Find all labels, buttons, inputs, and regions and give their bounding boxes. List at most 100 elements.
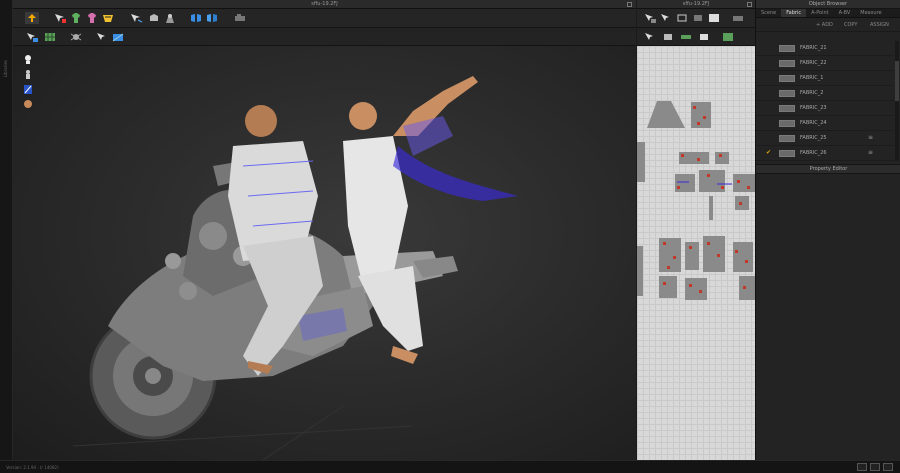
edit-pattern-tool[interactable] xyxy=(659,12,673,24)
fabric-menu-icon[interactable]: ≡ xyxy=(868,149,873,156)
fabric-row[interactable]: FABRIC_25 ≡ xyxy=(756,131,894,146)
bug-icon xyxy=(70,33,82,41)
fabric-swatch[interactable] xyxy=(779,135,795,142)
object-browser-panel: Object Browser Scene Fabric A-Point A-BV… xyxy=(755,0,900,460)
pattern-camera-tool[interactable] xyxy=(731,12,745,24)
fabric-row[interactable]: FABRIC_2 xyxy=(756,86,894,101)
fabric-row[interactable]: FABRIC_21 xyxy=(756,41,894,56)
fabric-name: FABRIC_21 xyxy=(800,45,827,51)
avatar-shirt-tool[interactable] xyxy=(69,12,83,24)
fabric-row[interactable]: FABRIC_1 xyxy=(756,71,894,86)
scrollbar-thumb[interactable] xyxy=(895,61,899,101)
select-pattern-tool[interactable] xyxy=(643,12,657,24)
sewing-select-tool[interactable] xyxy=(643,31,657,43)
pick-up-tool[interactable] xyxy=(25,12,39,24)
fabric-swatch[interactable] xyxy=(779,60,795,67)
fabric-swatch[interactable] xyxy=(779,105,795,112)
edit-pattern-icon xyxy=(661,14,669,21)
strengthen-tool[interactable] xyxy=(69,31,83,43)
fabric-name: FABRIC_1 xyxy=(800,75,824,81)
window-3d-title: sffu-19.2FJ xyxy=(311,1,338,7)
fabric-list-scrollbar[interactable] xyxy=(895,41,899,161)
fabric-swatch[interactable] xyxy=(779,90,795,97)
fabric-row[interactable]: FABRIC_24 xyxy=(756,116,894,131)
layout-button-1[interactable] xyxy=(857,463,867,471)
segment-sewing-tool[interactable] xyxy=(661,31,675,43)
pattern-window[interactable] xyxy=(637,46,755,460)
transform-icon xyxy=(55,14,66,23)
window-2d-title: sffu-19.2FJ xyxy=(682,1,710,7)
wind-tool[interactable] xyxy=(205,12,219,24)
grid-icon xyxy=(723,33,733,41)
scooter-avatar-scene xyxy=(72,76,518,460)
line-sewing-icon xyxy=(150,14,158,21)
window-2d-titlebar: sffu-19.2FJ xyxy=(637,0,755,9)
fabric-row[interactable]: FABRIC_23 xyxy=(756,101,894,116)
viewport-3d[interactable] xyxy=(13,46,636,460)
assign-fabric-button[interactable]: ASSIGN xyxy=(870,22,889,28)
tab-fabric[interactable]: Fabric xyxy=(781,9,807,17)
line-sewing-tool[interactable] xyxy=(147,12,161,24)
fabric-name: FABRIC_26 xyxy=(800,150,827,156)
edit-sewing-tool[interactable] xyxy=(129,12,143,24)
fabric-row[interactable]: ✔ FABRIC_26 ≡ xyxy=(756,146,894,161)
tack-icon xyxy=(700,34,708,40)
simulation-tool[interactable] xyxy=(163,12,177,24)
fabric-menu-icon[interactable]: ≡ xyxy=(868,134,873,141)
fabric-list: FABRIC_21 FABRIC_22 FABRIC_1 FABRIC_2 FABRIC… xyxy=(756,41,894,161)
tab-a-point[interactable]: A-Point xyxy=(806,9,834,17)
avatar-shirt-icon xyxy=(72,13,80,23)
segment-sewing-icon xyxy=(664,34,672,40)
fabric-name: FABRIC_2 xyxy=(800,90,824,96)
fabric-swatch[interactable] xyxy=(779,120,795,127)
window-2d: sffu-19.2FJ xyxy=(637,0,755,460)
grid-tool[interactable] xyxy=(43,31,57,43)
window-3d-maximize-button[interactable] xyxy=(627,2,632,7)
copy-fabric-button[interactable]: COPY xyxy=(844,22,857,28)
check-icon: ✔ xyxy=(766,149,772,156)
version-text: Version: 2.1.94 · (r 14082) xyxy=(6,465,59,470)
library-sidebar[interactable]: Libraries xyxy=(0,0,13,460)
simulation-icon xyxy=(166,14,174,23)
tack-tool[interactable] xyxy=(697,31,711,43)
monitor-tool[interactable] xyxy=(111,31,125,43)
pattern-pieces xyxy=(637,101,755,300)
add-fabric-button[interactable]: + ADD xyxy=(816,22,833,28)
property-editor-title: Property Editor xyxy=(756,164,900,174)
display-tool[interactable] xyxy=(95,31,109,43)
free-sewing-tool[interactable] xyxy=(679,31,693,43)
fabric-row[interactable]: FABRIC_22 xyxy=(756,56,894,71)
pin-tool[interactable] xyxy=(101,12,115,24)
object-browser-title: Object Browser xyxy=(756,0,900,9)
fabric-swatch[interactable] xyxy=(779,45,795,52)
fold-tool[interactable] xyxy=(85,12,99,24)
rectangle-icon xyxy=(694,15,702,21)
window-3d: sffu-19.2FJ xyxy=(13,0,636,460)
toolbar-3d-secondary xyxy=(13,28,636,46)
texture-tool[interactable] xyxy=(189,12,203,24)
polygon-tool[interactable] xyxy=(675,12,689,24)
edit-sewing-icon xyxy=(131,14,143,23)
rectangle-tool[interactable] xyxy=(691,12,705,24)
object-browser-tabs: Scene Fabric A-Point A-BV Measure xyxy=(756,9,900,18)
select-mesh-tool[interactable] xyxy=(25,31,39,43)
fabric-name: FABRIC_23 xyxy=(800,105,827,111)
tab-scene[interactable]: Scene xyxy=(756,9,781,17)
pin-icon xyxy=(103,15,113,22)
layout-button-3[interactable] xyxy=(883,463,893,471)
tab-measure[interactable]: Measure xyxy=(855,9,886,17)
internal-shape-tool[interactable] xyxy=(707,12,721,24)
polygon-icon xyxy=(677,14,687,22)
tab-a-bv[interactable]: A-BV xyxy=(834,9,856,17)
select-icon xyxy=(27,33,38,42)
pattern-grid-tool[interactable] xyxy=(721,31,735,43)
fabric-name: FABRIC_25 xyxy=(800,135,827,141)
fabric-swatch[interactable] xyxy=(779,150,795,157)
layout-button-2[interactable] xyxy=(870,463,880,471)
transform-tool[interactable] xyxy=(53,12,67,24)
camera-tool[interactable] xyxy=(233,12,247,24)
camera-icon xyxy=(235,14,245,21)
fabric-swatch[interactable] xyxy=(779,75,795,82)
window-2d-maximize-button[interactable] xyxy=(747,2,752,7)
texture-icon xyxy=(191,14,201,22)
